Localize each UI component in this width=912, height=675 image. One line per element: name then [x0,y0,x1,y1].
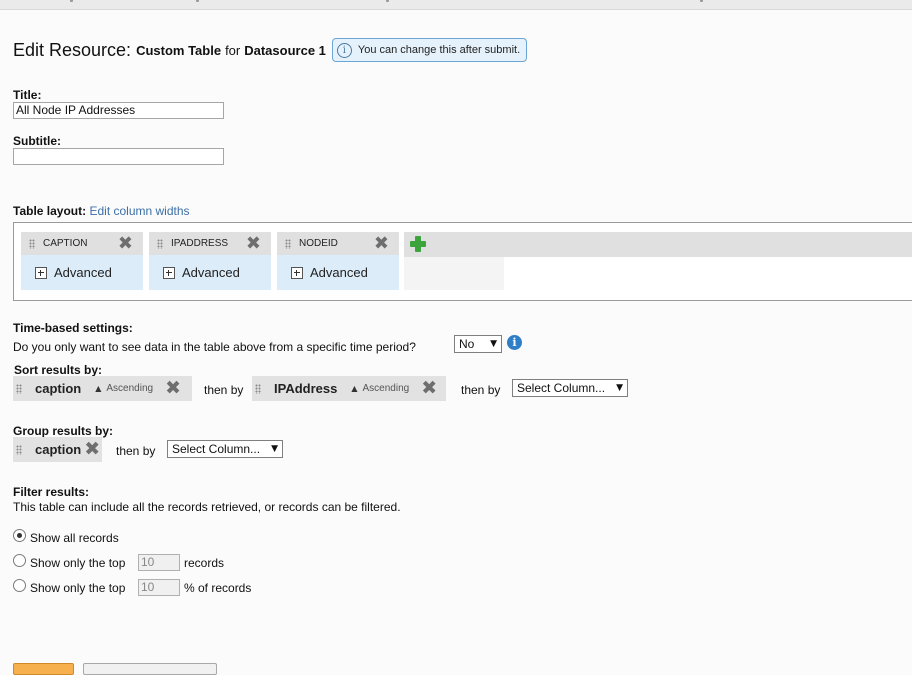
then-by-text: then by [204,383,244,397]
clipped-text-fragment [700,0,703,2]
advanced-label: Advanced [310,265,368,280]
top-records-prefix: Show only the top [30,556,126,570]
clipped-text-fragment [70,0,73,2]
advanced-label: Advanced [54,265,112,280]
clipped-text-fragment [386,0,389,2]
group-label: Group results by: [13,424,114,438]
group-column-select[interactable]: Select Column... ▼ [167,440,283,458]
remove-x-icon[interactable]: ✖ [421,379,437,398]
dropdown-arrow-icon: ▼ [616,383,623,393]
sort-column-placeholder: Select Column... [517,381,606,395]
sort-column-select[interactable]: Select Column... ▼ [512,379,628,397]
layout-column[interactable]: CAPTION ✖ Advanced [21,232,143,290]
info-icon: i [336,42,352,58]
drag-grip-icon[interactable] [157,238,163,249]
time-period-select[interactable]: No ▼ [454,335,502,353]
dropdown-arrow-icon: ▼ [490,339,497,349]
column-header[interactable]: NODEID ✖ [277,232,399,255]
subtitle-label: Subtitle: [13,134,61,148]
time-period-value: No [459,337,475,351]
ascending-arrow-icon: ▲ [95,384,102,393]
submit-button[interactable] [13,663,74,675]
time-settings-label: Time-based settings: [13,321,133,335]
top-records-input[interactable]: 10 [138,554,180,571]
column-name: NODEID [299,238,338,249]
datasource-name: Datasource 1 [244,42,326,58]
column-header[interactable]: CAPTION ✖ [21,232,143,255]
time-settings-question: Do you only want to see data in the tabl… [13,340,416,354]
expand-plus-icon[interactable] [291,266,303,279]
remove-x-icon[interactable]: ✖ [246,235,261,253]
table-layout-label-text: Table layout: [13,204,87,218]
show-all-label: Show all records [30,531,119,545]
filter-label: Filter results: [13,485,90,499]
table-layout-label: Table layout: Edit column widths [13,204,190,218]
top-toolbar-strip [0,0,912,10]
ascending-arrow-icon: ▲ [351,384,358,393]
expand-plus-icon[interactable] [35,266,47,279]
title-input[interactable]: All Node IP Addresses [13,102,224,119]
drag-grip-icon[interactable] [285,238,291,249]
sort-direction-toggle[interactable]: ▲ Ascending [95,383,153,394]
advanced-toggle[interactable]: Advanced [277,255,399,290]
advanced-toggle[interactable]: Advanced [149,255,271,290]
add-column-strip [404,232,912,257]
add-column-dropzone [404,257,504,290]
group-column-placeholder: Select Column... [172,442,261,456]
resource-type: Custom Table [136,42,222,58]
layout-column[interactable]: NODEID ✖ Advanced [277,232,399,290]
column-name: IPADDRESS [171,238,229,249]
heading-for-word: for [225,42,241,58]
filter-description: This table can include all the records r… [13,500,401,514]
page-title: Edit Resource: [13,39,132,60]
title-label: Title: [13,88,42,102]
sort-direction-text: Ascending [362,383,410,394]
subtitle-input[interactable] [13,148,224,165]
show-all-radio[interactable] [13,529,26,542]
info-icon[interactable]: i [507,335,522,350]
column-header[interactable]: IPADDRESS ✖ [149,232,271,255]
sort-label: Sort results by: [14,363,103,377]
remove-x-icon[interactable]: ✖ [374,235,389,253]
top-records-radio[interactable] [13,554,26,567]
advanced-toggle[interactable]: Advanced [21,255,143,290]
clipped-text-fragment [196,0,199,2]
edit-column-widths-link[interactable]: Edit column widths [89,204,189,218]
top-percent-radio[interactable] [13,579,26,592]
group-field-name: caption [35,442,82,457]
edit-hint-badge: i You can change this after submit. [331,38,528,62]
then-by-text: then by [116,444,156,458]
sort-direction-toggle[interactable]: ▲ Ascending [351,383,409,394]
drag-grip-icon[interactable] [16,444,22,455]
top-percent-suffix: % of records [184,581,252,595]
advanced-label: Advanced [182,265,240,280]
remove-x-icon[interactable]: ✖ [118,235,133,253]
secondary-button[interactable] [83,663,217,675]
top-percent-input[interactable]: 10 [138,579,180,596]
remove-x-icon[interactable]: ✖ [165,379,181,398]
remove-x-icon[interactable]: ✖ [84,440,100,459]
top-records-suffix: records [184,556,225,570]
sort-field-name: caption [35,381,82,396]
expand-plus-icon[interactable] [163,266,175,279]
sort-field-name: IPAddress [274,381,338,396]
group-chip-caption[interactable]: caption ✖ [13,437,102,462]
drag-grip-icon[interactable] [29,238,35,249]
drag-grip-icon[interactable] [255,383,261,394]
add-column-icon[interactable] [410,236,426,252]
dropdown-arrow-icon: ▼ [271,444,278,454]
edit-hint-text: You can change this after submit. [357,44,521,56]
top-percent-prefix: Show only the top [30,581,126,595]
column-name: CAPTION [43,238,88,249]
sort-direction-text: Ascending [106,383,154,394]
table-layout-editor: CAPTION ✖ Advanced IPADDRESS ✖ Advanced … [13,222,912,301]
layout-column[interactable]: IPADDRESS ✖ Advanced [149,232,271,290]
page-header: Edit Resource: Custom Table for Datasour… [13,38,528,62]
sort-chip-caption[interactable]: caption ▲ Ascending ✖ [13,376,192,401]
then-by-text: then by [461,383,501,397]
sort-chip-ipaddress[interactable]: IPAddress ▲ Ascending ✖ [252,376,446,401]
drag-grip-icon[interactable] [16,383,22,394]
